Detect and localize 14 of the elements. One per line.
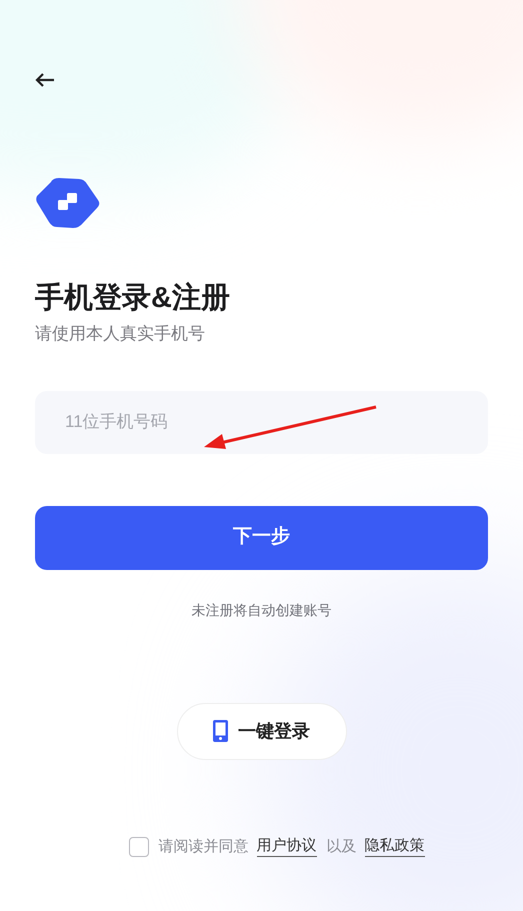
agreement-link[interactable]: 用户协议	[256, 836, 316, 858]
back-arrow-icon[interactable]	[35, 72, 55, 88]
logo-icon	[35, 176, 101, 230]
subtitle: 请使用本人真实手机号	[35, 323, 206, 345]
agreement-text: 请阅读并同意	[158, 836, 248, 856]
auto-register-note: 未注册将自动创建账号	[190, 600, 332, 620]
agree-checkbox[interactable]	[128, 836, 148, 857]
next-button[interactable]: 下一步	[35, 506, 488, 570]
agreement-text: 以及	[326, 836, 356, 856]
phone-input-field[interactable]: 11位手机号码	[35, 390, 488, 454]
phone-icon	[213, 720, 228, 742]
agreement-link[interactable]: 隐私政策	[364, 836, 424, 858]
one-click-login-button[interactable]: 一键登录	[176, 702, 346, 760]
page-title: 手机登录&注册	[35, 280, 231, 316]
